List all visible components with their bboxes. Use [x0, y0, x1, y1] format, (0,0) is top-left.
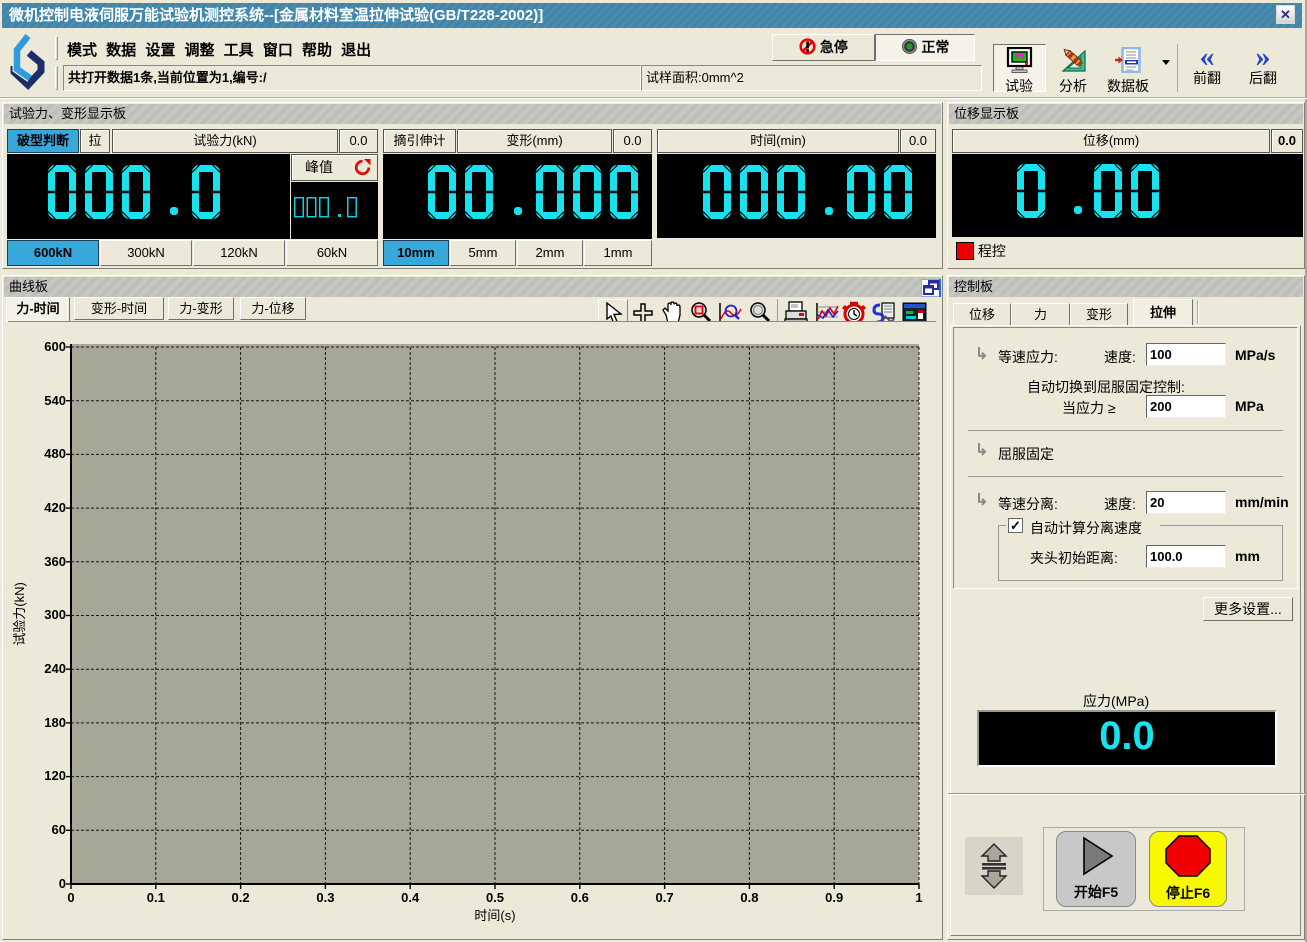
svg-text:0: 0: [59, 876, 66, 891]
svg-text:240: 240: [44, 661, 66, 676]
svg-text:0.3: 0.3: [316, 890, 334, 905]
svg-text:时间(s): 时间(s): [474, 908, 515, 923]
svg-text:60: 60: [52, 822, 66, 837]
svg-text:480: 480: [44, 446, 66, 461]
svg-text:0.6: 0.6: [571, 890, 589, 905]
svg-text:540: 540: [44, 393, 66, 408]
svg-text:420: 420: [44, 500, 66, 515]
svg-text:300: 300: [44, 607, 66, 622]
svg-text:0.1: 0.1: [147, 890, 165, 905]
svg-text:0.9: 0.9: [825, 890, 843, 905]
svg-text:0.5: 0.5: [486, 890, 504, 905]
svg-text:0.2: 0.2: [232, 890, 250, 905]
svg-text:试验力(kN): 试验力(kN): [12, 582, 27, 646]
svg-text:0.8: 0.8: [740, 890, 758, 905]
svg-text:360: 360: [44, 554, 66, 569]
svg-text:180: 180: [44, 715, 66, 730]
svg-text:1: 1: [915, 890, 922, 905]
svg-text:0.4: 0.4: [401, 890, 420, 905]
svg-text:120: 120: [44, 768, 66, 783]
svg-text:0.7: 0.7: [656, 890, 674, 905]
svg-text:0: 0: [67, 890, 74, 905]
svg-text:600: 600: [44, 339, 66, 354]
